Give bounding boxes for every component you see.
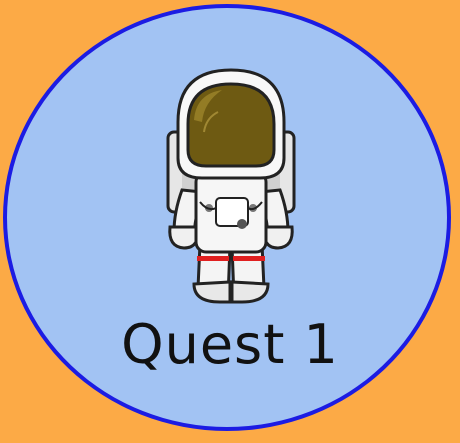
quest-title: Quest 1 [121, 313, 339, 376]
astronaut-icon [166, 68, 296, 304]
